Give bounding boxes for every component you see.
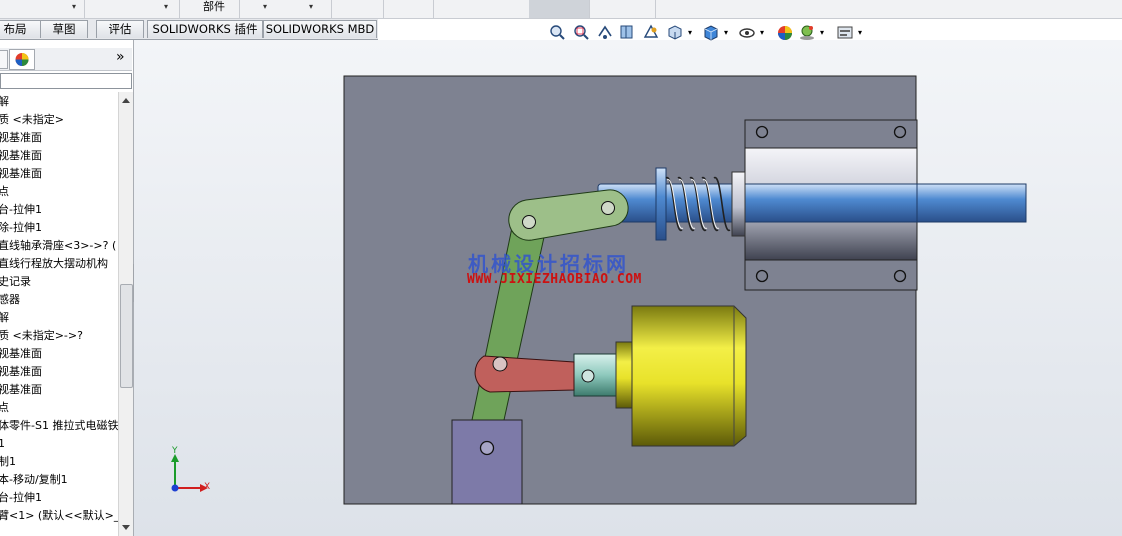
scroll-up-arrow-icon[interactable]	[119, 94, 133, 108]
tree-item[interactable]: 视基准面	[0, 363, 118, 381]
display-style-icon[interactable]	[702, 22, 720, 44]
feature-tree: 解 质 <未指定> 视基准面 视基准面 视基准面 点 台-拉伸1 除-拉伸1 直…	[0, 93, 118, 536]
tree-item[interactable]: 除-拉伸1	[0, 219, 118, 237]
tree-item[interactable]: 视基准面	[0, 381, 118, 399]
top-toolbar-strip: ▾ ▾ 部件 ▾ ▾	[0, 0, 1122, 19]
view-orientation-icon[interactable]	[666, 22, 684, 44]
tab-solidworks-addins[interactable]: SOLIDWORKS 插件	[147, 20, 263, 38]
tree-item[interactable]: 点	[0, 399, 118, 417]
tree-item[interactable]: 台-拉伸1	[0, 489, 118, 507]
tree-item[interactable]: 解	[0, 309, 118, 327]
chevron-down-icon: ▾	[164, 2, 169, 11]
scroll-down-arrow-icon[interactable]	[119, 520, 133, 534]
toolbar-slot[interactable]	[331, 0, 384, 18]
chevron-down-icon[interactable]: ▾	[688, 28, 692, 37]
y-axis-label: Y	[172, 446, 178, 456]
zoom-area-icon[interactable]	[572, 22, 590, 44]
tree-vertical-scrollbar[interactable]	[118, 92, 133, 536]
toolbar-slot[interactable]	[589, 0, 656, 18]
tree-item[interactable]: 质 <未指定>	[0, 111, 118, 129]
tree-item[interactable]: 史记录	[0, 273, 118, 291]
chevron-down-icon: ▾	[72, 2, 77, 11]
part-label: 部件	[203, 0, 225, 13]
chevron-down-icon[interactable]: ▾	[760, 28, 764, 37]
tree-item[interactable]: 感器	[0, 291, 118, 309]
panel-tab-config[interactable]	[0, 50, 8, 69]
view-settings-icon[interactable]	[836, 22, 854, 44]
zoom-to-fit-icon[interactable]	[548, 22, 566, 44]
tree-item[interactable]: 本-移动/复制1	[0, 471, 118, 489]
expand-panel-icon[interactable]: »	[116, 49, 125, 65]
section-view-icon[interactable]	[618, 22, 636, 44]
coordinate-triad	[171, 454, 208, 492]
tab-evaluate[interactable]: 评估	[96, 20, 144, 38]
part-dropdown[interactable]: 部件	[179, 0, 240, 18]
toolbar-slot[interactable]	[433, 0, 530, 18]
tree-item[interactable]: 体零件-S1 推拉式电磁铁	[0, 417, 118, 435]
previous-view-icon[interactable]	[596, 22, 614, 44]
tree-item[interactable]: 台-拉伸1	[0, 201, 118, 219]
configuration-dropdown[interactable]: ▾	[0, 0, 85, 18]
tree-item[interactable]: 解	[0, 93, 118, 111]
pivot-block[interactable]	[451, 419, 523, 505]
tree-item[interactable]: 直线行程放大摆动机构	[0, 255, 118, 273]
tree-item[interactable]: 直线轴承滑座<3>->? (	[0, 237, 118, 255]
appearance-icon	[15, 53, 29, 66]
tree-item[interactable]: 点	[0, 183, 118, 201]
tab-solidworks-mbd[interactable]: SOLIDWORKS MBD	[263, 20, 377, 38]
tab-layout[interactable]: 布局	[0, 20, 42, 38]
tree-item[interactable]: 视基准面	[0, 147, 118, 165]
tree-item[interactable]: 1	[0, 435, 118, 453]
panel-tab-appearance[interactable]	[9, 49, 35, 70]
part-option-dropdown[interactable]: ▾ ▾	[239, 0, 332, 18]
tree-item[interactable]: 质 <未指定>->?	[0, 327, 118, 345]
tree-item[interactable]: 视基准面	[0, 345, 118, 363]
hide-show-items-icon[interactable]	[738, 22, 756, 44]
graphics-viewport[interactable]: Y X 机械设计招标网 WWW.JIXIEZHAOBIAO.COM	[134, 40, 1122, 536]
chevron-down-icon: ▾	[309, 2, 314, 11]
apply-scene-icon[interactable]	[798, 22, 816, 44]
edit-appearance-icon[interactable]	[776, 22, 794, 44]
chevron-down-icon[interactable]: ▾	[820, 28, 824, 37]
feature-manager-panel: » 解 质 <未指定> 视基准面 视基准面 视基准面 点 台-拉伸1 除-拉伸1…	[0, 40, 134, 536]
solenoid-lever-arm[interactable]	[474, 355, 575, 393]
feature-filter-input[interactable]	[0, 73, 132, 89]
chevron-down-icon[interactable]: ▾	[724, 28, 728, 37]
chevron-down-icon: ▾	[263, 2, 268, 11]
x-axis-label: X	[204, 482, 211, 492]
tree-item[interactable]: 视基准面	[0, 129, 118, 147]
model-scene	[171, 75, 1027, 505]
chevron-down-icon[interactable]: ▾	[858, 28, 862, 37]
tree-item[interactable]: 臂<1> (默认<<默认>_	[0, 507, 118, 525]
toolbar-slot[interactable]	[383, 0, 434, 18]
watermark-url: WWW.JIXIEZHAOBIAO.COM	[467, 272, 642, 287]
tab-sketch[interactable]: 草图	[40, 20, 88, 38]
dynamic-annotation-icon[interactable]	[642, 22, 660, 44]
command-manager-tabs: 布局 草图 评估 SOLIDWORKS 插件 SOLIDWORKS MBD	[0, 19, 378, 40]
display-dropdown[interactable]: ▾	[84, 0, 180, 18]
tree-item[interactable]: 制1	[0, 453, 118, 471]
toolbar-slot-active[interactable]	[529, 0, 590, 18]
scrollbar-thumb[interactable]	[120, 284, 133, 388]
panel-tab-bar: »	[0, 48, 132, 71]
tree-item[interactable]: 视基准面	[0, 165, 118, 183]
